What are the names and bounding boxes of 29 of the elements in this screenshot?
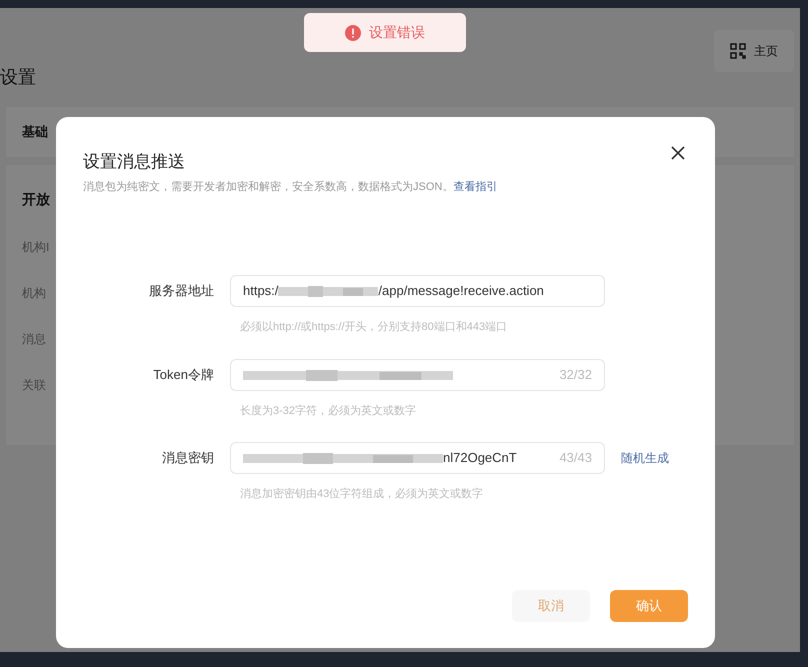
field-label: 服务器地址 bbox=[148, 282, 215, 300]
alert-icon bbox=[345, 24, 361, 40]
qr-code-icon bbox=[730, 43, 746, 59]
row-label: 关联 bbox=[22, 377, 46, 394]
field-hint: 消息加密密钥由43位字符组成，必须为英文或数字 bbox=[240, 486, 484, 502]
field-value: https:/ bbox=[243, 282, 278, 300]
home-button[interactable]: 主页 bbox=[714, 30, 794, 72]
section-title: 开放 bbox=[22, 190, 50, 209]
input-field[interactable]: https:/ /app/message!receive.action bbox=[230, 275, 605, 307]
field-hint: 必须以http://或https://开头，分别支持80端口和443端口 bbox=[240, 320, 508, 335]
field-hint: 长度为3-32字符，必须为英文或数字 bbox=[240, 404, 416, 418]
row-label: 机构I bbox=[22, 239, 50, 256]
toast-message: 设置错误 bbox=[304, 13, 466, 52]
field-value: nl72OgeCnT bbox=[443, 449, 517, 468]
dialog-description: 消息包为纯密文，需要开发者加密和解密，安全系数高，数据格式为JSON。查看指引 bbox=[83, 180, 498, 194]
field-label: 消息密钥 bbox=[161, 449, 215, 468]
close-icon[interactable] bbox=[671, 146, 685, 160]
character-counter: 32/32 bbox=[559, 366, 592, 384]
page-title: 设置 bbox=[0, 66, 37, 89]
input-field[interactable]: nl72OgeCnT 43/43 bbox=[230, 442, 605, 474]
section-title: 基础 bbox=[22, 123, 48, 142]
guide-link[interactable]: 查看指引 bbox=[453, 180, 498, 192]
row-label: 消息 bbox=[22, 331, 46, 348]
generate-link[interactable]: 随机生成 bbox=[621, 449, 669, 467]
field-value: /app/message!receive.action bbox=[378, 282, 544, 300]
field-label: Token令牌 bbox=[152, 366, 215, 384]
dialog-title: 设置消息推送 bbox=[83, 151, 185, 173]
character-counter: 43/43 bbox=[559, 449, 592, 468]
row-label: 机构 bbox=[22, 285, 46, 302]
